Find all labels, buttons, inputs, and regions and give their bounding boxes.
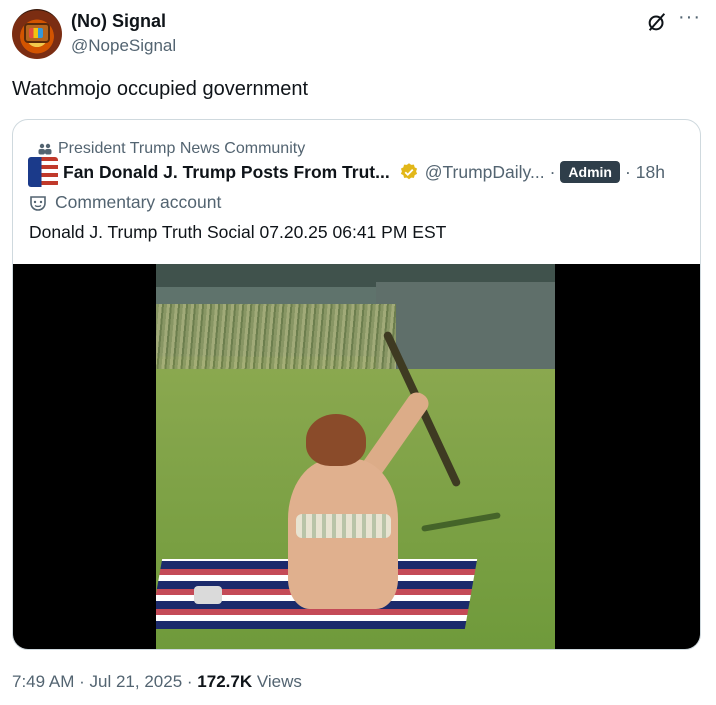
quoted-time[interactable]: 18h	[636, 162, 665, 183]
author-name[interactable]: (No) Signal	[71, 11, 166, 32]
separator-dot: ·	[186, 672, 193, 691]
post-meta: 7:49 AM · Jul 21, 2025 · 172.7K Views	[12, 672, 302, 692]
quoted-header: Fan Donald J. Trump Posts From Trut... @…	[28, 157, 665, 187]
separator-dot: ·	[624, 161, 631, 182]
quoted-text: Donald J. Trump Truth Social 07.20.25 06…	[29, 222, 447, 242]
quoted-name[interactable]: Fan Donald J. Trump Posts From Trut...	[63, 162, 390, 183]
video-frame	[156, 264, 555, 649]
community-name: President Trump News Community	[58, 140, 306, 157]
quoted-post[interactable]: President Trump News Community Fan Donal…	[12, 119, 701, 650]
commentary-text: Commentary account	[55, 192, 222, 212]
quoted-handle[interactable]: @TrumpDaily...	[425, 162, 545, 183]
admin-badge: Admin	[560, 161, 620, 183]
separator-dot: ·	[79, 672, 85, 691]
views-label: Views	[256, 672, 302, 691]
commentary-label: Commentary account	[29, 192, 221, 213]
views-count[interactable]: 172.7K	[197, 672, 252, 691]
more-icon[interactable]: ···	[678, 6, 701, 29]
post-time[interactable]: 7:49 AM	[12, 672, 74, 691]
tweet-text: Watchmojo occupied government	[12, 78, 309, 100]
quoted-avatar[interactable]	[28, 157, 58, 187]
video-player[interactable]	[13, 264, 700, 649]
verified-gold-badge-icon	[400, 163, 417, 180]
post-date[interactable]: Jul 21, 2025	[90, 672, 183, 691]
community-icon	[38, 143, 52, 155]
grok-icon[interactable]	[646, 11, 668, 33]
mask-icon	[30, 195, 46, 211]
author-avatar[interactable]	[12, 9, 62, 59]
separator-dot: ·	[549, 161, 556, 182]
author-handle[interactable]: @NopeSignal	[71, 36, 176, 56]
community-label[interactable]: President Trump News Community	[38, 140, 305, 158]
